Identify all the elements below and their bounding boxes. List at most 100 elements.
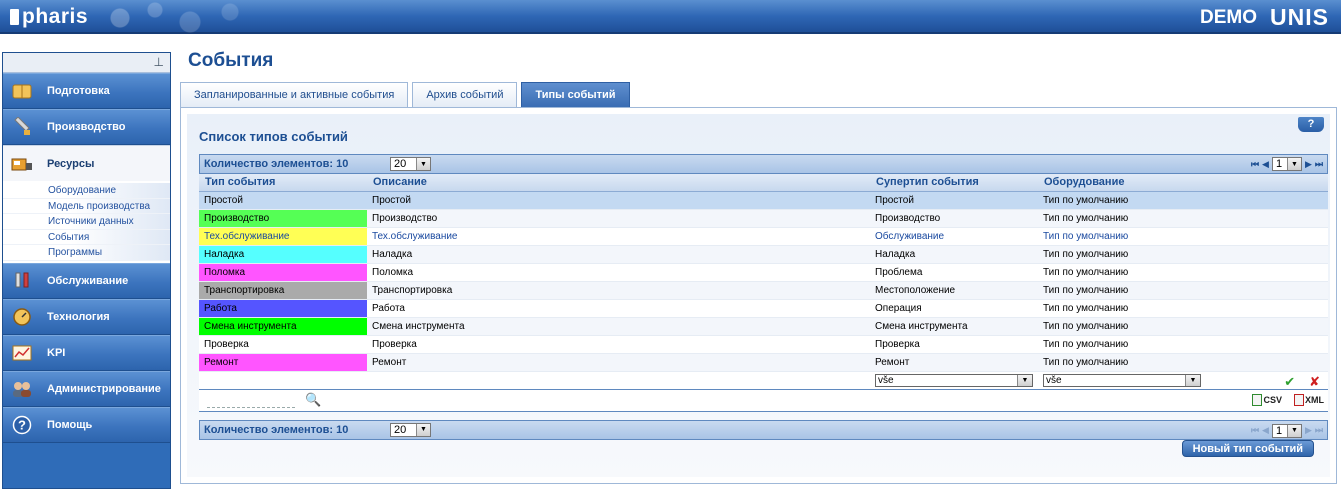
event-types-panel: ? Список типов событий Количество элемен… [180, 107, 1337, 484]
event-types-table: Тип события Описание Супертип события Об… [199, 174, 1328, 390]
chevron-down-icon: ▼ [1017, 374, 1032, 386]
table-row[interactable]: Ремонт Ремонт Ремонт Тип по умолчанию [199, 353, 1328, 372]
cell-equipment: Тип по умолчанию [1038, 245, 1328, 264]
table-row[interactable]: Проверка Проверка Проверка Тип по умолчанию [199, 335, 1328, 354]
sidebar-item-technology[interactable]: Технология [3, 298, 170, 335]
table-row[interactable]: Работа Работа Операция Тип по умолчанию [199, 299, 1328, 318]
equipment-filter-value: vše [1046, 374, 1062, 386]
cell-description: Ремонт [367, 353, 870, 372]
cell-equipment: Тип по умолчанию [1038, 353, 1328, 372]
cell-supertype: Проверка [870, 335, 1038, 354]
page-size-select[interactable]: 20 ▼ [390, 157, 431, 171]
cell-supertype: Наладка [870, 245, 1038, 264]
submenu-events[interactable]: События [3, 229, 170, 246]
help-button[interactable]: ? [1298, 117, 1324, 132]
table-row[interactable]: Смена инструмента Смена инструмента Смена … [199, 317, 1328, 336]
sidebar-item-production[interactable]: Производство [3, 109, 170, 145]
cell-supertype: Производство [870, 209, 1038, 228]
export-csv-button[interactable]: CSV [1252, 393, 1282, 406]
tab-scheduled-active-events[interactable]: Запланированные и активные события [180, 82, 409, 107]
first-page-icon[interactable]: ⏮ [1251, 159, 1259, 170]
sidebar-item-label: Подготовка [47, 85, 110, 97]
sidebar-item-label: Ресурсы [47, 157, 95, 170]
sidebar-item-administration[interactable]: Администрирование [3, 370, 170, 407]
page-size-select-bottom[interactable]: 20 ▼ [390, 422, 431, 437]
cell-equipment: Тип по умолчанию [1038, 335, 1328, 354]
cell-type: Ремонт [199, 353, 367, 372]
item-count: Количество элементов: 10 [204, 158, 349, 170]
cell-supertype: Смена инструмента [870, 317, 1038, 336]
cell-type: Тех.обслуживание [199, 227, 367, 246]
sidebar-item-help[interactable]: ? Помощь [3, 406, 170, 443]
cell-supertype: Местоположение [870, 281, 1038, 300]
sidebar-item-resources[interactable]: Ресурсы [3, 145, 170, 181]
cell-supertype: Ремонт [870, 353, 1038, 372]
prev-page-icon[interactable]: ◀ [1262, 159, 1269, 170]
search-input[interactable] [207, 406, 295, 408]
filter-row: vše ▼ vše ▼ ✔ ✘ [199, 370, 1328, 390]
gauge-icon [11, 306, 33, 328]
cell-description: Работа [367, 299, 870, 318]
page-number-value: 1 [1275, 424, 1283, 437]
item-count-bottom: Количество элементов: 10 [204, 423, 349, 436]
supertype-filter-select[interactable]: vše ▼ [875, 373, 1033, 387]
chevron-down-icon: ▼ [1286, 424, 1301, 437]
wrench-icon [11, 270, 33, 292]
cell-equipment: Тип по умолчанию [1038, 299, 1328, 318]
cell-description: Транспортировка [367, 281, 870, 300]
search-icon[interactable]: 🔍 [305, 392, 321, 408]
clear-filter-icon[interactable]: ✘ [1309, 374, 1320, 389]
apply-filter-icon[interactable]: ✔ [1284, 374, 1295, 389]
sidebar-item-preparation[interactable]: Подготовка [3, 73, 170, 109]
next-page-icon[interactable]: ▶ [1305, 159, 1312, 170]
pharis-logo[interactable]: pharis [10, 5, 88, 29]
tab-event-types[interactable]: Типы событий [521, 82, 630, 107]
cell-description: Производство [367, 209, 870, 228]
first-page-icon[interactable]: ⏮ [1251, 425, 1259, 436]
table-row[interactable]: Поломка Поломка Проблема Тип по умолчанию [199, 263, 1328, 282]
sidebar-item-maintenance[interactable]: Обслуживание [3, 262, 170, 299]
table-row[interactable]: Наладка Наладка Наладка Тип по умолчанию [199, 245, 1328, 264]
table-row[interactable]: Транспортировка Транспортировка Местополож… [199, 281, 1328, 300]
sidebar-item-label: Администрирование [47, 382, 161, 395]
book-icon [11, 80, 33, 102]
sidebar-item-kpi[interactable]: KPI [3, 334, 170, 371]
cell-type: Работа [199, 299, 367, 318]
last-page-icon[interactable]: ⏭ [1315, 425, 1323, 436]
chevron-down-icon: ▼ [416, 158, 430, 170]
cell-supertype: Проблема [870, 263, 1038, 282]
pin-icon[interactable]: ⊥ [3, 53, 170, 73]
column-header-equipment[interactable]: Оборудование [1038, 174, 1328, 192]
prev-page-icon[interactable]: ◀ [1262, 425, 1269, 436]
page-number-select[interactable]: 1 ▼ [1271, 157, 1302, 171]
submenu-equipment[interactable]: Оборудование [3, 183, 170, 199]
export-xml-button[interactable]: XML [1294, 393, 1324, 406]
chevron-down-icon: ▼ [416, 423, 430, 436]
cell-supertype: Операция [870, 299, 1038, 318]
table-row[interactable]: Простой Простой Простой Тип по умолчанию [199, 191, 1328, 210]
submenu-data-sources[interactable]: Источники данных [3, 214, 170, 230]
cell-supertype: Обслуживание [870, 227, 1038, 246]
new-event-type-button[interactable]: Новый тип событий [1181, 440, 1314, 457]
submenu-programs[interactable]: Программы [3, 245, 170, 261]
tab-events-archive[interactable]: Архив событий [412, 82, 518, 107]
filter-actions: ✔ ✘ [1284, 374, 1320, 389]
cell-type: Смена инструмента [199, 317, 367, 336]
page-size-value: 20 [394, 158, 407, 170]
xml-file-icon [1294, 393, 1304, 406]
tab-bar: Запланированные и активные события Архив… [180, 82, 630, 107]
next-page-icon[interactable]: ▶ [1305, 425, 1312, 436]
column-header-supertype[interactable]: Супертип события [870, 174, 1038, 192]
sidebar-item-label: Производство [47, 121, 126, 133]
chart-icon [11, 342, 33, 364]
equipment-filter-select[interactable]: vše ▼ [1043, 373, 1201, 387]
column-header-description[interactable]: Описание [367, 174, 870, 192]
table-row[interactable]: Производство Производство Производство Тип … [199, 209, 1328, 228]
column-header-type[interactable]: Тип события [199, 174, 367, 192]
resources-submenu: Оборудование Модель производства Источни… [3, 181, 170, 263]
submenu-production-model[interactable]: Модель производства [3, 198, 170, 215]
page-number-select-bottom[interactable]: 1 ▼ [1271, 423, 1302, 438]
table-row[interactable]: Тех.обслуживание Тех.обслуживание Обслужив… [199, 227, 1328, 246]
last-page-icon[interactable]: ⏭ [1315, 159, 1323, 170]
csv-label: CSV [1263, 394, 1282, 405]
